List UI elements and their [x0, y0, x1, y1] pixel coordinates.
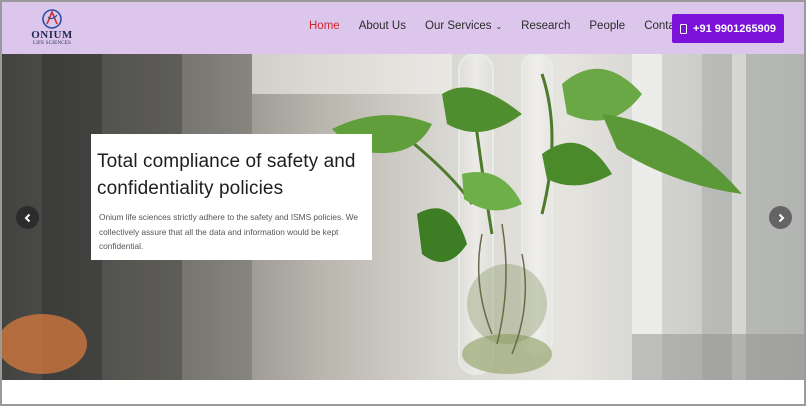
slide-caption: Total compliance of safety and confident…: [91, 134, 372, 260]
header-navbar: ONIUM LIFE SCIENCES Home About Us Our Se…: [2, 2, 804, 54]
nav-home[interactable]: Home: [309, 20, 340, 32]
logo-subtitle: LIFE SCIENCES: [32, 41, 72, 46]
nav-about-us[interactable]: About Us: [359, 20, 406, 32]
phone-number: +91 9901265909: [693, 22, 776, 35]
nav-services-label: Our Services: [425, 20, 492, 32]
main-nav: Home About Us Our Services ⌄ Research Pe…: [309, 20, 709, 32]
phone-icon: [680, 23, 688, 34]
nav-people-label: People: [589, 20, 626, 32]
nav-our-services[interactable]: Our Services ⌄: [425, 20, 502, 32]
page-frame: ONIUM LIFE SCIENCES Home About Us Our Se…: [0, 0, 806, 406]
chevron-left-icon: [24, 213, 30, 222]
phone-button[interactable]: +91 9901265909: [672, 14, 784, 43]
page-bottom: [2, 380, 804, 404]
nav-research-label: Research: [521, 20, 571, 32]
slide-description: Onium life sciences strictly adhere to t…: [99, 212, 359, 251]
logo-name: ONIUM: [31, 29, 73, 41]
nav-home-label: Home: [309, 20, 340, 32]
slide-title: Total compliance of safety and confident…: [97, 151, 356, 199]
logo-mark-icon: [42, 9, 62, 29]
chevron-right-icon: [778, 213, 784, 222]
nav-about-label: About Us: [358, 20, 406, 32]
chevron-down-icon: ⌄: [495, 21, 503, 31]
nav-research[interactable]: Research: [521, 20, 570, 32]
nav-people[interactable]: People: [589, 20, 625, 32]
slider-prev-button[interactable]: [16, 206, 39, 229]
hero-slider: Total compliance of safety and confident…: [2, 54, 804, 380]
site-logo[interactable]: ONIUM LIFE SCIENCES: [26, 8, 78, 50]
slider-next-button[interactable]: [769, 206, 792, 229]
